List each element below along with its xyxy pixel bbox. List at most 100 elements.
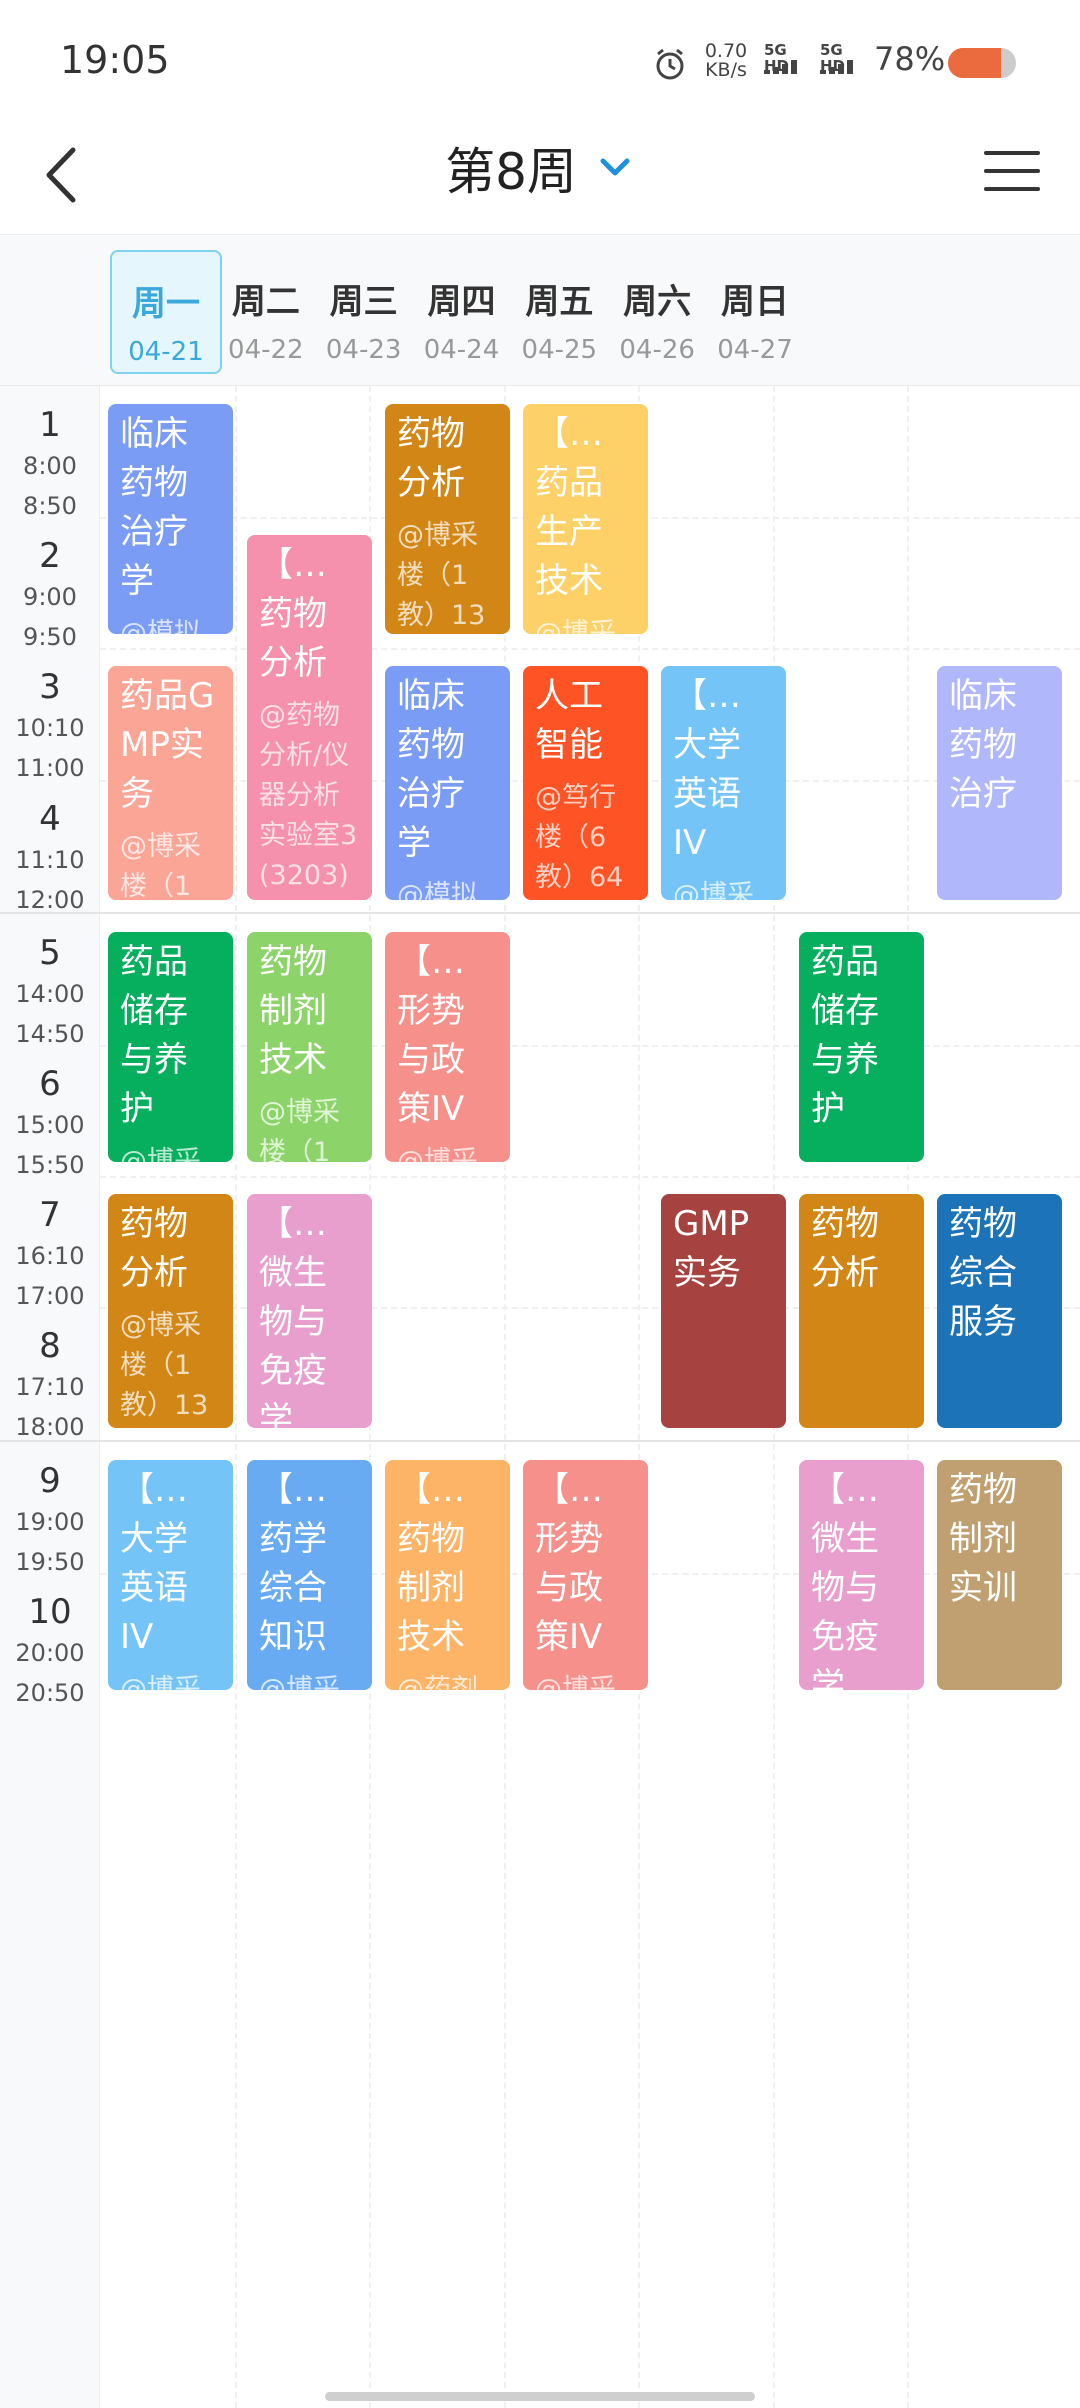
day-date: 04-25	[521, 335, 598, 365]
period-number: 8	[39, 1326, 61, 1367]
day-header-7[interactable]: 周日 04-27	[699, 250, 811, 374]
course-card[interactable]: 药物 分析	[799, 1194, 924, 1428]
course-name: 【… 形势 与政 策IV	[535, 1469, 603, 1657]
course-card[interactable]: 【…药学综合知识 @博采楼（1教）1…	[247, 1459, 372, 1690]
course-name: 【… 药物 分析	[259, 545, 327, 684]
course-card[interactable]: 药物 综合 服务	[937, 1194, 1062, 1428]
course-name: 【… 形势 与政 策IV	[397, 941, 465, 1129]
course-name: 【… 微生 物与 免疫学	[259, 1204, 327, 1428]
period-label: 5 14:00 14:50	[0, 932, 100, 1054]
course-card[interactable]: GMP 实务	[661, 1194, 786, 1428]
course-location: @博采楼（1教）1317	[259, 1096, 340, 1163]
period-end-time: 11:00	[15, 754, 85, 783]
network-speed-unit: KB/s	[705, 59, 747, 81]
day-header-4[interactable]: 周四 04-24	[406, 250, 518, 374]
menu-icon[interactable]	[984, 145, 1040, 195]
signal-2-icon	[820, 60, 862, 74]
grid-column-divider	[234, 386, 237, 2408]
day-name: 周六	[623, 282, 692, 322]
course-card[interactable]: 人工智能 @笃行楼（6教）6417	[523, 666, 648, 900]
course-card[interactable]: 【…药物制剂技术 @药剂实验室1(3307)	[385, 1459, 510, 1690]
course-card[interactable]: 【… 药物 分析 @药物 分析/仪 器分析 实验室3 (3203)	[247, 535, 372, 900]
grid-row-divider	[0, 1439, 1080, 1442]
period-label: 9 19:00 19:50	[0, 1460, 100, 1582]
course-card[interactable]: 药物 制剂 实训	[937, 1459, 1062, 1690]
course-card[interactable]: 临床 药物 治疗	[937, 666, 1062, 900]
course-name: 临床 药物 治疗学	[397, 676, 465, 864]
period-number: 3	[39, 667, 61, 708]
course-name: 药物 制剂 技术	[259, 941, 327, 1080]
course-name: 临床 药物 治疗	[949, 676, 1017, 815]
course-location: @博采楼（1教）1…	[535, 618, 616, 635]
day-date: 04-26	[619, 335, 695, 365]
signal-1-icon	[764, 60, 806, 74]
period-number: 1	[39, 405, 61, 445]
course-location: @模拟医院药房(1512)	[397, 880, 478, 900]
course-location: @药物 分析/仪 器分析 实验室3 (3203)	[259, 700, 358, 892]
network-speed: 0.70 KB/s	[696, 42, 756, 80]
course-name: 【… 药学 综合 知识	[259, 1469, 327, 1657]
course-location: @博采楼（1教）1317	[120, 831, 201, 900]
period-start-time: 14:00	[15, 979, 85, 1008]
course-card[interactable]: 药品GMP实务 @博采楼（1教）1317	[108, 666, 233, 900]
day-name: 周日	[721, 282, 789, 322]
course-card[interactable]: 【…药品生产技术 @博采楼（1教）1…	[523, 404, 648, 635]
course-location: @博采楼（1教）1…	[673, 880, 754, 900]
course-card[interactable]: 药品 储存 与养护	[799, 931, 924, 1163]
period-label: 3 10:10 11:00	[0, 666, 100, 788]
period-number: 7	[39, 1195, 61, 1236]
course-location: @药剂实验室1(3307)	[397, 1673, 478, 1690]
period-start-time: 9:00	[23, 583, 77, 612]
course-card[interactable]: 【…形势与政策IV @博采楼（1教）1…	[385, 931, 510, 1163]
grid-row-divider	[100, 1176, 1080, 1179]
course-location: @博采楼（1教）1317	[397, 520, 486, 631]
period-start-time: 17:10	[15, 1373, 85, 1402]
week-title: 第8周	[445, 143, 577, 201]
period-start-time: 15:00	[15, 1111, 85, 1139]
day-name: 周五	[525, 282, 594, 322]
course-card[interactable]: 【…大学英语IV @博采楼（1教）1…	[661, 666, 786, 900]
course-name: 药物 制剂 实训	[949, 1469, 1017, 1608]
period-number: 10	[28, 1591, 72, 1632]
course-card[interactable]: 药物分析 @博采楼（1教）1317	[108, 1194, 233, 1428]
day-name: 周一	[132, 284, 200, 324]
day-date: 04-21	[128, 337, 204, 367]
course-card[interactable]: 药物分析 @博采楼（1教）1317	[385, 404, 510, 635]
course-name: 【… 微生 物与 免疫学	[811, 1469, 879, 1690]
period-end-time: 8:50	[23, 492, 77, 520]
home-indicator	[325, 2392, 755, 2401]
period-end-time: 9:50	[23, 623, 77, 652]
timetable-grid: 1 8:00 8:50 2 9:00 9:50 3 10:10 11:00 4 11:10 12:00…	[0, 386, 1080, 2408]
course-card[interactable]: 临床药物治疗学 @模拟医院药房(1512)	[108, 404, 233, 635]
course-card[interactable]: 药品储存与养护 @博采楼（1教）1…	[108, 931, 233, 1163]
period-label: 8 17:10 18:00	[0, 1325, 100, 1447]
course-name: 【… 大学 英语 IV	[673, 676, 741, 864]
period-label: 10 20:00 20:50	[0, 1591, 100, 1713]
day-header-5[interactable]: 周五 04-25	[503, 250, 615, 374]
day-header-6[interactable]: 周六 04-26	[601, 250, 713, 374]
day-header-3[interactable]: 周三 04-23	[308, 250, 420, 374]
period-start-time: 16:10	[15, 1242, 85, 1271]
period-start-time: 10:10	[15, 714, 85, 743]
period-label: 2 9:00 9:50	[0, 535, 100, 657]
course-card[interactable]: 【…大学英语IV @博采楼（1教）1…	[108, 1459, 233, 1690]
chevron-down-icon	[600, 158, 630, 176]
status-time: 19:05	[60, 38, 170, 82]
course-card[interactable]: 【…微生物与免疫学@博采楼（1…	[799, 1459, 924, 1690]
weekday-header: 周一 04-21 周二 04-22 周三 04-23 周四 04-24 周五 04-25 周六 04-…	[0, 236, 1080, 386]
day-header-1[interactable]: 周一 04-21	[110, 250, 222, 374]
course-card[interactable]: 【…形势与政策IV @博采楼（1教）1…	[523, 1459, 648, 1690]
day-name: 周四	[427, 282, 496, 322]
course-name: 【… 大学 英语 IV	[120, 1469, 188, 1657]
alarm-icon	[656, 48, 684, 80]
week-selector[interactable]: 第8周	[0, 132, 1080, 204]
course-name: 人工 智能	[535, 676, 603, 766]
day-name: 周二	[231, 282, 300, 322]
day-header-2[interactable]: 周二 04-22	[210, 250, 322, 374]
day-date: 04-23	[325, 335, 402, 365]
course-card[interactable]: 【…微生物与免疫学@笃行楼（6…	[247, 1194, 372, 1428]
top-nav: 第8周	[0, 120, 1080, 235]
course-card[interactable]: 临床药物治疗学 @模拟医院药房(1512)	[385, 666, 510, 900]
period-number: 4	[39, 798, 61, 839]
course-card[interactable]: 药物制剂技术 @博采楼（1教）1317	[247, 931, 372, 1163]
